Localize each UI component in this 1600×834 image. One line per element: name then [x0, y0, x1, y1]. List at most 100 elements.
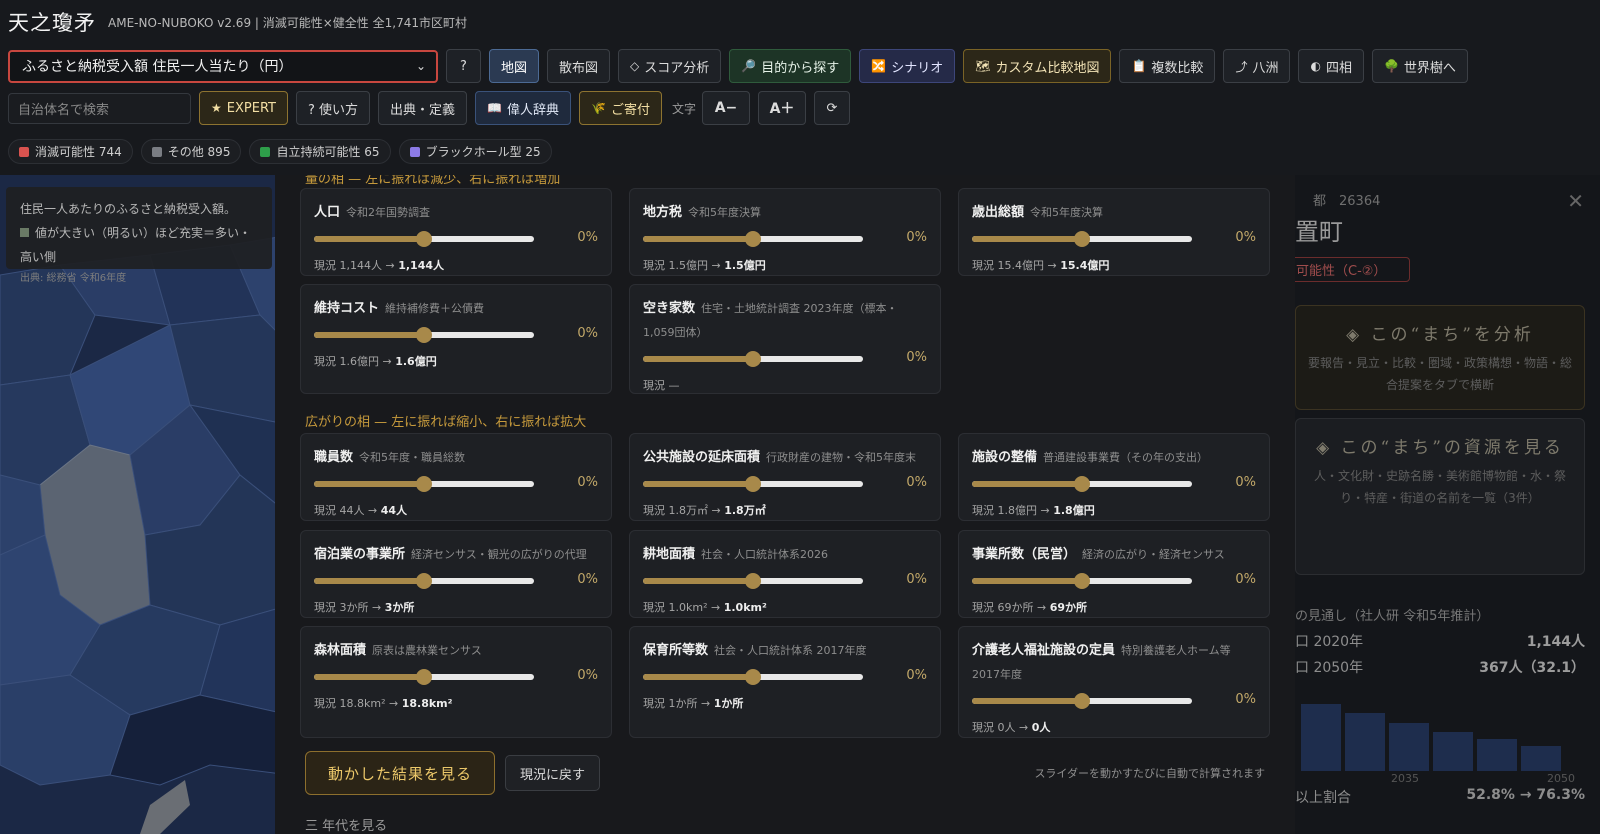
slider-title: 事業所数（民営） 経済の広がり・経済センサス — [972, 543, 1256, 567]
dictionary-button[interactable]: 📖 偉人辞典 — [475, 91, 571, 125]
analyze-card[interactable]: ◈ この“まち”を分析 要報告・見立・比較・圏域・政策構想・物語・総合提案をタブ… — [1295, 305, 1585, 410]
slider-handle[interactable] — [745, 476, 761, 492]
map-info-source: 出典: 総務省 令和6年度 — [20, 273, 127, 284]
clipboard-icon: 📋 — [1131, 59, 1147, 73]
projected-text: 1.8万㎡ — [724, 504, 766, 517]
slider-row: 0% — [643, 229, 927, 253]
projected-text: 1か所 — [713, 697, 744, 710]
chevron-down-icon: ⌄ — [415, 59, 426, 73]
tab-multi-compare[interactable]: 📋 複数比較 — [1119, 49, 1216, 83]
tab-find-by-purpose[interactable]: 🔎 目的から探す — [729, 49, 852, 83]
tab-multi-compare-label: 複数比較 — [1151, 60, 1204, 76]
slider-handle[interactable] — [745, 231, 761, 247]
current-text: 現況 1.6億円 → — [314, 355, 396, 368]
slider-row: 0% — [972, 571, 1256, 595]
map-info-line2-text: 値が大きい（明るい）ほど充実＝多い・高い側 — [20, 226, 252, 264]
slider-card: 歳出総額 令和5年度決算 0% 現況 15.4億円 → 15.4億円 — [958, 188, 1270, 276]
slider-note: 令和5年度決算 — [1030, 206, 1104, 219]
slider-note: 令和2年国勢調査 — [346, 206, 431, 219]
slider-title: 耕地面積 社会・人口統計体系2026 — [643, 543, 927, 567]
donate-button[interactable]: 🌾 ご寄付 — [579, 91, 662, 125]
expert-label: EXPERT — [226, 100, 276, 116]
slider-percent: 0% — [577, 572, 598, 587]
slider-title: 森林面積 原表は農林業センサス — [314, 639, 598, 663]
howto-button[interactable]: ? 使い方 — [295, 91, 371, 125]
tab-scatter[interactable]: 散布図 — [547, 49, 611, 83]
current-text: 現況 44人 → — [314, 504, 381, 517]
legend-label: その他 895 — [167, 145, 231, 159]
slider-fill — [643, 356, 753, 362]
text-size-label: 文字 — [671, 101, 696, 116]
resources-card-title: ◈ この“まち”の資源を見る — [1316, 438, 1564, 458]
current-text: 現況 1.5億円 → — [643, 259, 725, 272]
tab-custom-compare-map[interactable]: 🗺 カスタム比較地図 — [963, 49, 1112, 83]
slider-current-value: 現況 1.0km² → 1.0km² — [643, 601, 927, 615]
slider-handle[interactable] — [1074, 476, 1090, 492]
slider-handle[interactable] — [1074, 231, 1090, 247]
slider-current-value: 現況 1.8万㎡ → 1.8万㎡ — [643, 504, 927, 518]
slider-title-text: 歳出総額 — [972, 205, 1025, 220]
legend-chip-other[interactable]: その他 895 — [140, 139, 242, 164]
legend-chip-blackhole[interactable]: ブラックホール型 25 — [398, 139, 552, 164]
tab-world-tree-label: 世界樹へ — [1403, 60, 1456, 76]
font-increase-button[interactable]: A＋ — [757, 91, 806, 125]
tab-scenario[interactable]: 🔀 シナリオ — [859, 49, 956, 83]
reset-button[interactable]: 現況に戻す — [505, 755, 600, 791]
slider-title: 空き家数 住宅・土地統計調査 2023年度（標本・1,059団体） — [643, 297, 927, 345]
slider-title-text: 森林面積 — [314, 643, 367, 658]
pop-2020-row: 口 2020年 1,144人 — [1295, 631, 1585, 651]
slider-handle[interactable] — [416, 573, 432, 589]
tab-world-tree[interactable]: 🌳 世界樹へ — [1371, 49, 1468, 83]
pop-2020-value: 1,144人 — [1526, 634, 1585, 650]
half-circle-icon: ◐ — [1310, 59, 1321, 73]
projection-bar — [1477, 738, 1517, 771]
font-decrease-button[interactable]: A− — [701, 91, 750, 125]
expert-button[interactable]: ★ EXPERT — [199, 91, 288, 125]
tab-score-analysis[interactable]: ◇ スコア分析 — [618, 49, 722, 83]
tab-yashima[interactable]: ⤴ 八洲 — [1223, 49, 1291, 83]
slider-handle[interactable] — [745, 573, 761, 589]
projection-bar — [1521, 745, 1561, 771]
pop-2050-label: 口 2050年 — [1295, 660, 1364, 676]
slider-handle[interactable] — [416, 669, 432, 685]
slider-row: 0% — [314, 667, 598, 691]
refresh-button[interactable]: ⟳ — [813, 91, 850, 125]
slider-handle[interactable] — [416, 476, 432, 492]
slider-row: 0% — [643, 571, 927, 595]
help-button[interactable]: ? — [446, 49, 481, 83]
slider-card: 維持コスト 維持補修費＋公債費 0% 現況 1.6億円 → 1.6億円 — [300, 284, 612, 394]
legend-dot — [19, 146, 29, 157]
app-title: 天之瓊矛 — [8, 11, 96, 35]
choropleth-map[interactable]: 住民一人あたりのふるさと納税受入額。 値が大きい（明るい）ほど充実＝多い・高い側… — [0, 175, 290, 834]
slider-handle[interactable] — [1074, 573, 1090, 589]
legend-label: 消滅可能性 744 — [35, 145, 122, 159]
slider-title: 介護老人福祉施設の定員 特別養護老人ホーム等 2017年度 — [972, 639, 1256, 687]
slider-title-text: 宿泊業の事業所 — [314, 547, 406, 562]
slider-handle[interactable] — [416, 327, 432, 343]
tab-score-analysis-label: スコア分析 — [644, 60, 710, 76]
section-spread-label: 広がりの相 — 左に振れば縮小、右に振れば拡大 — [305, 415, 587, 430]
metric-select[interactable]: ふるさと納税受入額 住民一人当たり（円） ⌄ — [8, 49, 438, 83]
legend-chip-extinction[interactable]: 消滅可能性 744 — [8, 139, 133, 164]
slider-note: 令和5年度決算 — [688, 206, 762, 219]
slider-handle[interactable] — [745, 351, 761, 367]
curve-icon: ⤴ — [1235, 59, 1248, 74]
pop-2050-row: 口 2050年 367人（32.1） — [1295, 657, 1585, 677]
search-input[interactable]: 自治体名で検索 — [8, 92, 191, 124]
tab-map[interactable]: 地図 — [489, 49, 540, 83]
slider-fill — [972, 578, 1082, 584]
slider-handle[interactable] — [1074, 693, 1090, 709]
slider-percent: 0% — [906, 350, 927, 365]
slider-title-text: 保育所等数 — [643, 643, 709, 658]
sources-button[interactable]: 出典・定義 — [378, 91, 468, 125]
close-icon[interactable]: ✕ — [1567, 189, 1584, 213]
auto-calc-note: スライダーを動かすたびに自動で計算されます — [1034, 767, 1265, 780]
slider-handle[interactable] — [745, 669, 761, 685]
tab-shisou[interactable]: ◐ 四相 — [1298, 49, 1364, 83]
resources-card-subtitle: 人・文化財・史跡名勝・美術館博物館・水・祭り・特産・街道の名前を一覧（3件） — [1313, 469, 1566, 505]
run-simulation-button[interactable]: 動かした結果を見る — [305, 751, 495, 795]
legend-chip-sustainable[interactable]: 自立持続可能性 65 — [249, 139, 391, 164]
resources-card[interactable]: ◈ この“まち”の資源を見る 人・文化財・史跡名勝・美術館博物館・水・祭り・特産… — [1295, 418, 1585, 575]
slider-handle[interactable] — [416, 231, 432, 247]
current-text: 現況 1.8万㎡ → — [643, 504, 725, 517]
